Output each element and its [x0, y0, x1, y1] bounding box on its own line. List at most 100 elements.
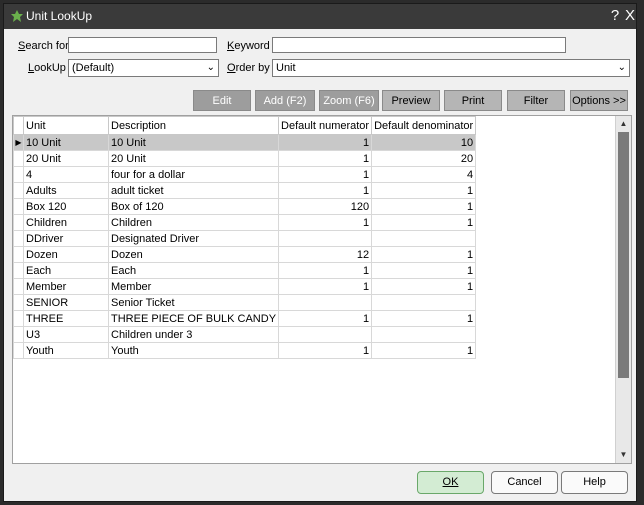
cell-denominator[interactable]: 1 — [371, 278, 477, 295]
cell-unit[interactable]: SENIOR — [23, 294, 109, 311]
cell-numerator[interactable] — [278, 230, 373, 247]
scroll-down-icon[interactable]: ▼ — [616, 448, 631, 462]
table-row[interactable]: THREE THREE PIECE OF BULK CANDY 1 1 — [13, 310, 477, 327]
cell-numerator[interactable]: 1 — [278, 166, 373, 183]
row-indicator[interactable] — [13, 214, 24, 231]
title-bar[interactable]: Unit LookUp ? X — [4, 4, 636, 29]
table-row[interactable]: Dozen Dozen 12 1 — [13, 246, 477, 263]
row-indicator[interactable] — [13, 246, 24, 263]
cell-numerator[interactable] — [278, 294, 373, 311]
row-indicator[interactable] — [13, 310, 24, 327]
table-row[interactable]: U3 Children under 3 — [13, 326, 477, 343]
table-row[interactable]: Member Member 1 1 — [13, 278, 477, 295]
options-button[interactable]: Options >> — [570, 90, 628, 111]
cell-numerator[interactable]: 120 — [278, 198, 373, 215]
cell-description[interactable]: Box of 120 — [107, 198, 280, 215]
table-row[interactable]: Each Each 1 1 — [13, 262, 477, 279]
cell-description[interactable]: Dozen — [107, 246, 280, 263]
row-indicator[interactable] — [13, 326, 24, 343]
cell-denominator[interactable]: 10 — [371, 134, 477, 151]
cell-unit[interactable]: THREE — [23, 310, 109, 327]
row-indicator[interactable] — [13, 294, 24, 311]
unit-grid[interactable]: Unit Description Default numerator Defau… — [12, 115, 632, 464]
zoom-button[interactable]: Zoom (F6) — [319, 90, 379, 111]
table-row[interactable]: DDriver Designated Driver — [13, 230, 477, 247]
table-row[interactable]: Children Children 1 1 — [13, 214, 477, 231]
cell-denominator[interactable]: 20 — [371, 150, 477, 167]
cell-numerator[interactable]: 1 — [278, 134, 373, 151]
table-row[interactable]: ▶ 10 Unit 10 Unit 1 10 — [13, 134, 477, 151]
cell-numerator[interactable]: 1 — [278, 262, 373, 279]
edit-button[interactable]: Edit — [193, 90, 251, 111]
lookup-select[interactable]: (Default) ⌄ — [68, 59, 219, 77]
cell-denominator[interactable]: 1 — [371, 342, 477, 359]
table-row[interactable]: Youth Youth 1 1 — [13, 342, 477, 359]
cell-unit[interactable]: Youth — [23, 342, 109, 359]
row-indicator-arrow-icon[interactable]: ▶ — [13, 134, 24, 151]
cell-unit[interactable]: DDriver — [23, 230, 109, 247]
cell-numerator[interactable]: 1 — [278, 342, 373, 359]
cell-denominator[interactable]: 1 — [371, 262, 477, 279]
table-row[interactable]: 20 Unit 20 Unit 1 20 — [13, 150, 477, 167]
row-indicator[interactable] — [13, 198, 24, 215]
column-header-numerator[interactable]: Default numerator — [278, 116, 373, 135]
print-button[interactable]: Print — [444, 90, 502, 111]
cell-denominator[interactable] — [371, 230, 477, 247]
row-indicator[interactable] — [13, 230, 24, 247]
cell-unit[interactable]: Adults — [23, 182, 109, 199]
cell-unit[interactable]: Box 120 — [23, 198, 109, 215]
column-header-description[interactable]: Description — [107, 116, 280, 135]
cell-numerator[interactable]: 1 — [278, 150, 373, 167]
cell-description[interactable]: Each — [107, 262, 280, 279]
scroll-thumb[interactable] — [618, 132, 629, 378]
cell-description[interactable]: Senior Ticket — [107, 294, 280, 311]
cell-description[interactable]: four for a dollar — [107, 166, 280, 183]
table-row[interactable]: Box 120 Box of 120 120 1 — [13, 198, 477, 215]
cell-description[interactable]: Youth — [107, 342, 280, 359]
cell-numerator[interactable]: 1 — [278, 278, 373, 295]
cell-denominator[interactable]: 1 — [371, 310, 477, 327]
column-header-denominator[interactable]: Default denominator — [371, 116, 477, 135]
cell-denominator[interactable]: 1 — [371, 246, 477, 263]
cell-unit[interactable]: Each — [23, 262, 109, 279]
close-window-button[interactable]: X — [621, 6, 639, 26]
cell-description[interactable]: 20 Unit — [107, 150, 280, 167]
help-button[interactable]: Help — [561, 471, 628, 494]
row-indicator[interactable] — [13, 150, 24, 167]
scroll-up-icon[interactable]: ▲ — [616, 117, 631, 131]
row-indicator[interactable] — [13, 262, 24, 279]
table-row[interactable]: 4 four for a dollar 1 4 — [13, 166, 477, 183]
cell-description[interactable]: 10 Unit — [107, 134, 280, 151]
cell-numerator[interactable] — [278, 326, 373, 343]
row-indicator[interactable] — [13, 278, 24, 295]
cell-description[interactable]: Children under 3 — [107, 326, 280, 343]
cell-unit[interactable]: 10 Unit — [23, 134, 109, 151]
cell-denominator[interactable]: 1 — [371, 214, 477, 231]
cell-numerator[interactable]: 1 — [278, 310, 373, 327]
keyword-input[interactable] — [272, 37, 566, 53]
cell-unit[interactable]: Dozen — [23, 246, 109, 263]
cell-unit[interactable]: 4 — [23, 166, 109, 183]
cell-unit[interactable]: Children — [23, 214, 109, 231]
ok-button[interactable]: OK — [417, 471, 484, 494]
row-indicator[interactable] — [13, 342, 24, 359]
cell-denominator[interactable] — [371, 326, 477, 343]
cell-numerator[interactable]: 1 — [278, 214, 373, 231]
table-row[interactable]: Adults adult ticket 1 1 — [13, 182, 477, 199]
cell-description[interactable]: Member — [107, 278, 280, 295]
preview-button[interactable]: Preview — [382, 90, 440, 111]
column-header-unit[interactable]: Unit — [23, 116, 109, 135]
cell-description[interactable]: THREE PIECE OF BULK CANDY — [107, 310, 280, 327]
cell-numerator[interactable]: 1 — [278, 182, 373, 199]
order-by-select[interactable]: Unit ⌄ — [272, 59, 630, 77]
cell-description[interactable]: Designated Driver — [107, 230, 280, 247]
cell-denominator[interactable]: 1 — [371, 182, 477, 199]
search-for-input[interactable] — [68, 37, 217, 53]
cell-numerator[interactable]: 12 — [278, 246, 373, 263]
cancel-button[interactable]: Cancel — [491, 471, 558, 494]
cell-denominator[interactable] — [371, 294, 477, 311]
filter-button[interactable]: Filter — [507, 90, 565, 111]
cell-unit[interactable]: Member — [23, 278, 109, 295]
cell-description[interactable]: Children — [107, 214, 280, 231]
vertical-scrollbar[interactable]: ▲ ▼ — [615, 116, 631, 463]
